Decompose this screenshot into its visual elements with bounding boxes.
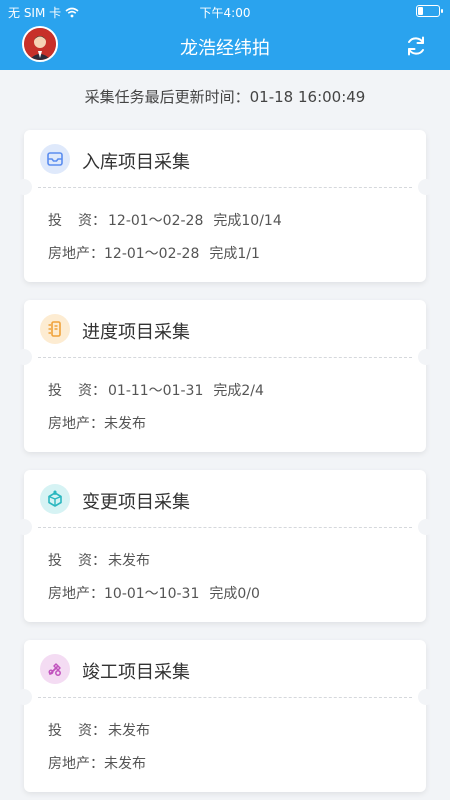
realestate-label: 房地产： (48, 586, 104, 602)
card-change-collection[interactable]: 变更项目采集 投资： 未发布 房地产：10-01～10-31 完成0/0 (16, 470, 434, 622)
realestate-value: 10-01～10-31 (104, 586, 200, 602)
tools-icon (40, 654, 70, 684)
realestate-row: 房地产：12-01～02-28 完成1/1 (48, 243, 260, 263)
invest-label-a: 投 (48, 553, 62, 569)
invest-value: 未发布 (108, 723, 150, 739)
card-header: 进度项目采集 (24, 300, 426, 358)
card-divider (38, 187, 412, 188)
status-time: 下午4:00 (199, 6, 251, 20)
realestate-label: 房地产： (48, 416, 104, 432)
last-update-text: 采集任务最后更新时间：01-18 16:00:49 (84, 88, 366, 106)
invest-row: 投资： 未发布 (48, 720, 160, 740)
inbox-icon (40, 144, 70, 174)
realestate-label: 房地产： (48, 246, 104, 262)
realestate-label: 房地产： (48, 756, 104, 772)
refresh-icon[interactable] (404, 34, 428, 58)
card-header: 变更项目采集 (24, 470, 426, 528)
invest-label-a: 投 (48, 213, 62, 229)
realestate-status: 完成0/0 (209, 586, 260, 602)
realestate-value: 未发布 (104, 756, 146, 772)
realestate-status: 完成1/1 (209, 246, 260, 262)
card-title: 入库项目采集 (82, 152, 190, 173)
invest-label-b: 资： (78, 213, 106, 229)
card-notch (418, 179, 434, 195)
card-divider (38, 357, 412, 358)
invest-label-a: 投 (48, 383, 62, 399)
invest-row: 投资： 未发布 (48, 550, 160, 570)
box-change-icon (40, 484, 70, 514)
card-notch (16, 179, 32, 195)
progress-icon (40, 314, 70, 344)
card-header: 竣工项目采集 (24, 640, 426, 698)
realestate-row: 房地产：未发布 (48, 753, 156, 773)
card-header: 入库项目采集 (24, 130, 426, 188)
realestate-value: 12-01～02-28 (104, 246, 200, 262)
card-title: 变更项目采集 (82, 492, 190, 513)
card-title: 竣工项目采集 (82, 662, 190, 683)
invest-value: 12-01～02-28 (108, 213, 204, 229)
card-completion-collection[interactable]: 竣工项目采集 投资： 未发布 房地产：未发布 (16, 640, 434, 792)
realestate-row: 房地产：10-01～10-31 完成0/0 (48, 583, 260, 603)
realestate-row: 房地产：未发布 (48, 413, 156, 433)
card-progress-collection[interactable]: 进度项目采集 投资： 01-11～01-31 完成2/4 房地产：未发布 (16, 300, 434, 452)
card-notch (418, 519, 434, 535)
invest-row: 投资： 01-11～01-31 完成2/4 (48, 380, 264, 400)
invest-row: 投资： 12-01～02-28 完成10/14 (48, 210, 282, 230)
card-divider (38, 697, 412, 698)
invest-value: 未发布 (108, 553, 150, 569)
invest-label-b: 资： (78, 723, 106, 739)
invest-label-b: 资： (78, 553, 106, 569)
invest-label-b: 资： (78, 383, 106, 399)
card-notch (418, 349, 434, 365)
card-notch (16, 689, 32, 705)
card-inbound-collection[interactable]: 入库项目采集 投资： 12-01～02-28 完成10/14 房地产：12-01～0… (16, 130, 434, 282)
card-notch (16, 519, 32, 535)
battery-icon (416, 5, 443, 17)
card-divider (38, 527, 412, 528)
card-notch (16, 349, 32, 365)
invest-value: 01-11～01-31 (108, 383, 204, 399)
invest-status: 完成10/14 (213, 213, 282, 229)
card-title: 进度项目采集 (82, 322, 190, 343)
realestate-value: 未发布 (104, 416, 146, 432)
invest-label-a: 投 (48, 723, 62, 739)
status-bar: 无 SIM 卡 下午4:00 (0, 0, 450, 22)
page-title: 龙浩经纬拍 (180, 38, 270, 59)
invest-status: 完成2/4 (213, 383, 264, 399)
nav-bar: 龙浩经纬拍 (0, 22, 450, 70)
card-notch (418, 689, 434, 705)
